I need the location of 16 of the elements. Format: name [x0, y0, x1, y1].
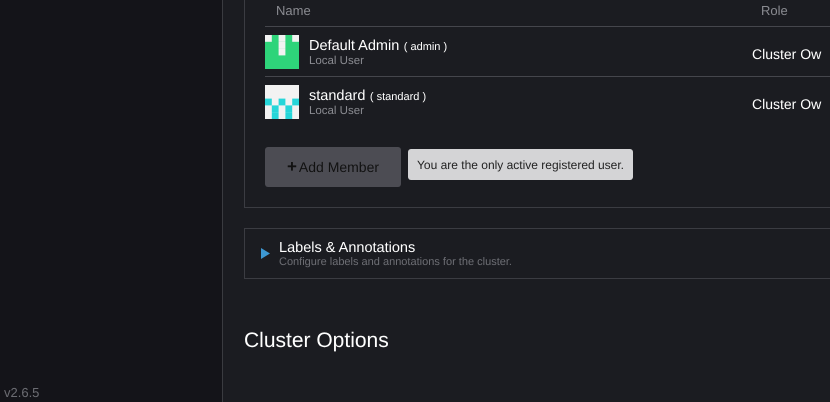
member-name: standard — [309, 88, 366, 104]
tooltip: You are the only active registered user. — [408, 149, 634, 180]
labels-section[interactable]: Labels & Annotations Configure labels and annotations for the cluster. — [244, 228, 830, 279]
member-type: Local User — [309, 54, 365, 66]
member-username: ( standard ) — [370, 90, 426, 102]
member-username: ( admin ) — [404, 40, 448, 52]
section-description: Configure labels and annotations for the cluster. — [279, 256, 512, 268]
version-label: v2.6.5 — [3, 384, 40, 402]
member-role: Cluster Ow — [752, 96, 822, 112]
member-name: Default Admin — [309, 38, 400, 54]
member-role: Cluster Ow — [752, 46, 822, 62]
section-heading: Cluster Options — [244, 329, 390, 353]
section-title: Labels & Annotations — [279, 240, 416, 256]
member-type: Local User — [309, 104, 365, 116]
column-header: Name — [276, 3, 312, 20]
column-header: Role — [761, 3, 788, 20]
